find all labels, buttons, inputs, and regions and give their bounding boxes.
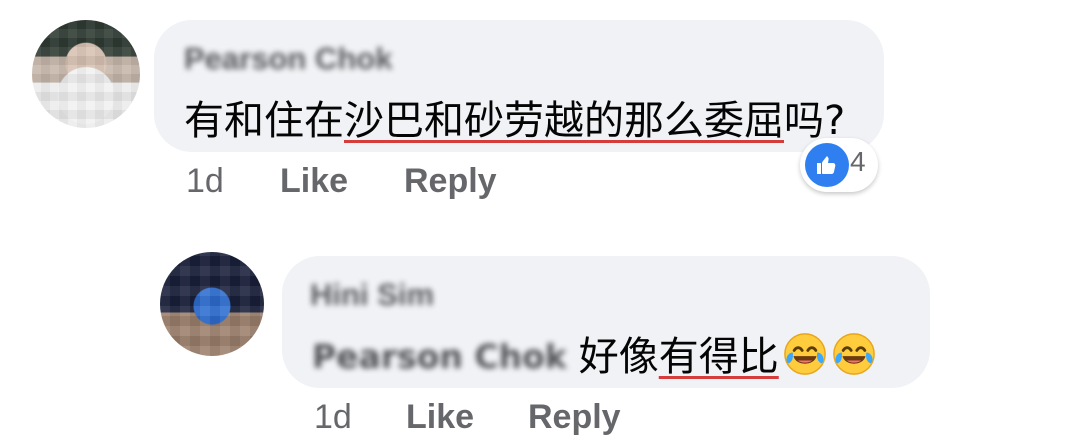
like-button[interactable]: Like [406,398,474,437]
face-with-tears-of-joy-icon [782,331,828,377]
avatar[interactable] [160,252,264,356]
comment-text-underlined: 沙巴和砂劳越的那么委屈 [344,98,784,144]
reply-button[interactable]: Reply [528,398,621,437]
reaction-summary[interactable]: 4 [800,138,878,192]
reaction-count: 4 [850,146,866,177]
reply-author[interactable]: Hini Sim [310,277,434,313]
comment-bubble: Pearson Chok 有和住在沙巴和砂劳越的那么委屈吗? [154,20,884,152]
reply-bubble: Hini Sim Pearson Chok 好像有得比 [282,256,930,388]
comment-author[interactable]: Pearson Chok [184,41,392,77]
reply-text: Pearson Chok 好像有得比 [312,324,877,382]
like-button[interactable]: Like [280,162,348,201]
comment-text-prefix: 有和住在 [184,98,344,144]
mentioned-user[interactable]: Pearson Chok [312,337,567,376]
reply-text-underlined: 有得比 [658,334,779,380]
reply-text-prefix: 好像 [578,334,659,380]
reply-button[interactable]: Reply [404,162,497,201]
face-with-tears-of-joy-icon [831,331,877,377]
thumbs-up-icon [805,143,849,187]
reply-timestamp[interactable]: 1d [314,398,352,437]
comment-timestamp[interactable]: 1d [186,162,224,201]
comment-text: 有和住在沙巴和砂劳越的那么委屈吗? [184,88,845,146]
avatar[interactable] [32,20,140,128]
